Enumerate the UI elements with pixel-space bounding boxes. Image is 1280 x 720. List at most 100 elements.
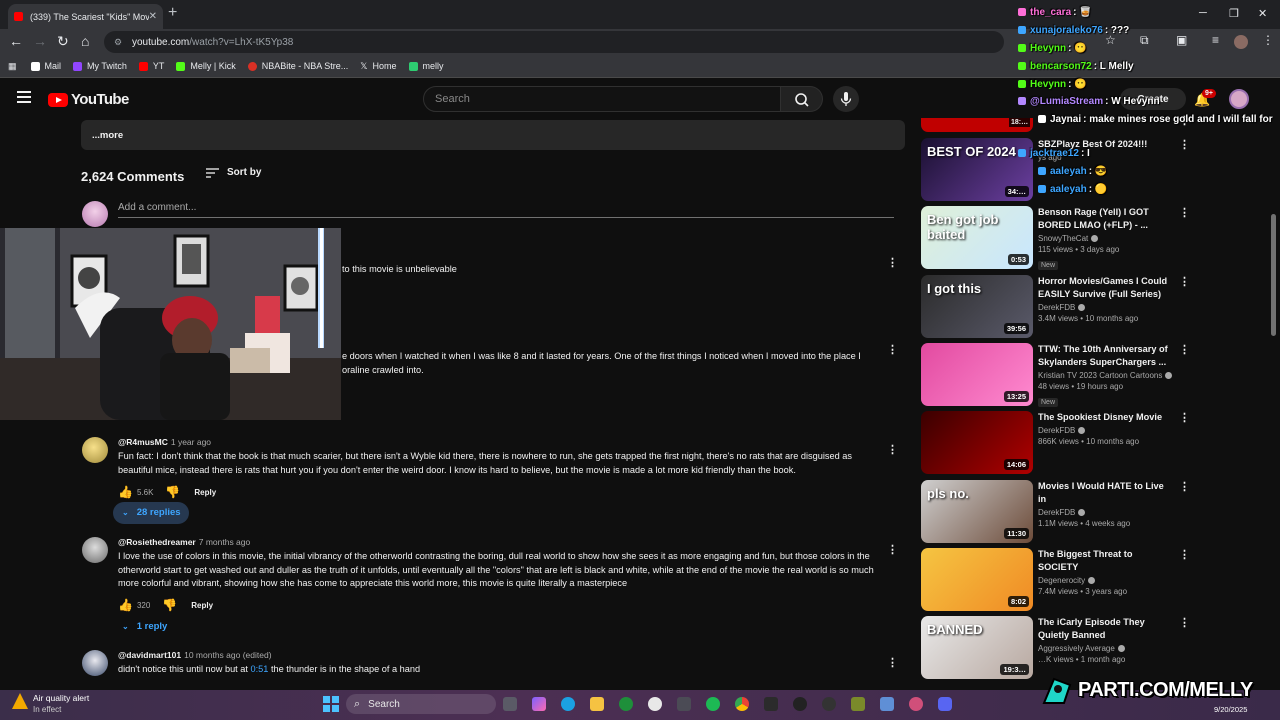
- app-icon[interactable]: [764, 697, 778, 711]
- task-view-icon[interactable]: [503, 697, 517, 711]
- channel-name[interactable]: SnowyTheCat: [1038, 234, 1088, 243]
- maximize-button[interactable]: ❐: [1229, 7, 1239, 20]
- copilot-icon[interactable]: [532, 697, 546, 711]
- channel-name[interactable]: DerekFDB: [1038, 426, 1075, 435]
- dislike-icon[interactable]: 👎: [162, 598, 177, 612]
- site-info-icon[interactable]: ⚙: [114, 37, 124, 48]
- apps-grid-icon[interactable]: ▦: [8, 61, 17, 72]
- comment-time[interactable]: 7 months ago: [199, 537, 251, 547]
- youtube-logo[interactable]: YouTube: [48, 91, 129, 108]
- windows-start-icon[interactable]: [323, 696, 339, 712]
- comment-menu-icon[interactable]: ⋮: [887, 656, 898, 669]
- video-menu-icon[interactable]: ⋮: [1179, 138, 1190, 151]
- app-icon[interactable]: [909, 697, 923, 711]
- video-thumbnail[interactable]: 8:02: [921, 548, 1033, 611]
- voice-search-button[interactable]: [833, 86, 859, 112]
- commenter-avatar[interactable]: [82, 537, 108, 563]
- video-title[interactable]: Movies I Would HATE to Live in: [1038, 480, 1173, 506]
- bookmark-nbabite[interactable]: NBABite - NBA Stre...: [247, 61, 348, 71]
- extensions-icon[interactable]: ⧉: [1140, 33, 1149, 48]
- view-replies-button[interactable]: ⌄ 28 replies: [122, 507, 181, 518]
- media-controls-icon[interactable]: ≡: [1212, 33, 1219, 47]
- video-channel[interactable]: SnowyTheCat: [1038, 234, 1173, 243]
- channel-name[interactable]: Aggressively Average: [1038, 644, 1115, 653]
- edge-icon[interactable]: [561, 697, 575, 711]
- forward-button[interactable]: →: [33, 33, 47, 49]
- video-thumbnail[interactable]: I got this 39:56: [921, 275, 1033, 338]
- store-icon[interactable]: [677, 697, 691, 711]
- video-title[interactable]: TTW: The 10th Anniversary of Skylanders …: [1038, 343, 1173, 369]
- show-more-link[interactable]: ...more: [92, 130, 123, 141]
- video-title[interactable]: The Biggest Threat to SOCIETY: [1038, 548, 1173, 574]
- bookmark-melly[interactable]: melly: [408, 61, 444, 71]
- home-icon[interactable]: ⌂: [81, 33, 89, 49]
- like-icon[interactable]: 👍: [118, 485, 133, 499]
- video-menu-icon[interactable]: ⋮: [1179, 548, 1190, 561]
- video-channel[interactable]: DerekFDB: [1038, 303, 1173, 312]
- comment-author[interactable]: @davidmart101 10 months ago (edited): [118, 650, 272, 660]
- sidepanel-icon[interactable]: ▣: [1176, 33, 1187, 47]
- taskbar-search[interactable]: ⌕ Search: [346, 694, 496, 714]
- chrome-icon[interactable]: [735, 697, 749, 711]
- author-name[interactable]: @Rosiethedreamer: [118, 537, 196, 547]
- reply-button[interactable]: Reply: [194, 488, 216, 497]
- comment-time[interactable]: 1 year ago: [171, 437, 211, 447]
- weather-widget-title[interactable]: Air quality alert: [33, 693, 89, 703]
- comment-time[interactable]: 10 months ago (edited): [184, 650, 271, 660]
- channel-name[interactable]: DerekFDB: [1038, 303, 1075, 312]
- menu-icon[interactable]: [17, 91, 31, 103]
- app-icon[interactable]: [822, 697, 836, 711]
- video-menu-icon[interactable]: ⋮: [1179, 616, 1190, 629]
- address-bar[interactable]: ⚙ youtube.com/watch?v=LhX-tK5Yp38: [104, 31, 1004, 53]
- dislike-icon[interactable]: 👎: [165, 485, 180, 499]
- video-menu-icon[interactable]: ⋮: [1179, 275, 1190, 288]
- file-explorer-icon[interactable]: [590, 697, 604, 711]
- app-icon[interactable]: [880, 697, 894, 711]
- browser-menu-icon[interactable]: ⋮: [1262, 33, 1274, 47]
- commenter-avatar[interactable]: [82, 650, 108, 676]
- video-channel[interactable]: DerekFDB: [1038, 508, 1173, 517]
- add-comment-input[interactable]: Add a comment...: [118, 202, 894, 218]
- close-tab-icon[interactable]: ✕: [149, 11, 157, 22]
- close-window-button[interactable]: ✕: [1258, 7, 1267, 20]
- media-player-icon[interactable]: [793, 697, 807, 711]
- reload-button[interactable]: ↻: [57, 33, 69, 50]
- video-channel[interactable]: Aggressively Average: [1038, 644, 1173, 653]
- video-thumbnail[interactable]: 13:25: [921, 343, 1033, 406]
- video-title[interactable]: The iCarly Episode They Quietly Banned: [1038, 616, 1173, 642]
- minimize-button[interactable]: ─: [1199, 7, 1207, 19]
- comment-menu-icon[interactable]: ⋮: [887, 543, 898, 556]
- bookmark-twitch[interactable]: My Twitch: [73, 61, 127, 71]
- reply-button[interactable]: Reply: [191, 601, 213, 610]
- comment-author[interactable]: @Rosiethedreamer 7 months ago: [118, 537, 250, 547]
- video-thumbnail[interactable]: Ben got job baited 0:53: [921, 206, 1033, 269]
- bookmark-mail[interactable]: Mail: [30, 61, 61, 71]
- video-menu-icon[interactable]: ⋮: [1179, 343, 1190, 356]
- bookmark-kick[interactable]: Melly | Kick: [176, 61, 236, 71]
- bookmark-yt[interactable]: YT: [138, 61, 164, 71]
- spotify-icon[interactable]: [706, 697, 720, 711]
- video-thumbnail[interactable]: BEST OF 2024 34:…: [921, 138, 1033, 201]
- video-menu-icon[interactable]: ⋮: [1179, 411, 1190, 424]
- video-channel[interactable]: DerekFDB: [1038, 426, 1173, 435]
- comment-menu-icon[interactable]: ⋮: [887, 443, 898, 456]
- video-title[interactable]: The Spookiest Disney Movie: [1038, 411, 1173, 424]
- comment-menu-icon[interactable]: ⋮: [887, 343, 898, 356]
- channel-name[interactable]: Kristian TV 2023 Cartoon Cartoons: [1038, 371, 1162, 380]
- video-thumbnail[interactable]: 14:06: [921, 411, 1033, 474]
- minecraft-icon[interactable]: [851, 697, 865, 711]
- sort-by-button[interactable]: Sort by: [206, 167, 261, 178]
- comment-menu-icon[interactable]: ⋮: [887, 256, 898, 269]
- comment-author[interactable]: @R4musMC 1 year ago: [118, 437, 211, 447]
- channel-name[interactable]: DerekFDB: [1038, 508, 1075, 517]
- channel-name[interactable]: Degenerocity: [1038, 576, 1085, 585]
- search-input[interactable]: Search: [423, 86, 781, 112]
- page-scrollbar[interactable]: [1271, 214, 1276, 336]
- browser-tab[interactable]: (339) The Scariest "Kids" Movie ✕: [8, 4, 163, 29]
- video-channel[interactable]: Degenerocity: [1038, 576, 1173, 585]
- video-title[interactable]: Benson Rage (Yell) I GOT BORED LMAO (+FL…: [1038, 206, 1173, 232]
- account-avatar[interactable]: [1229, 89, 1249, 109]
- author-name[interactable]: @R4musMC: [118, 437, 168, 447]
- xbox-icon[interactable]: [619, 697, 633, 711]
- profile-avatar[interactable]: [1234, 35, 1248, 49]
